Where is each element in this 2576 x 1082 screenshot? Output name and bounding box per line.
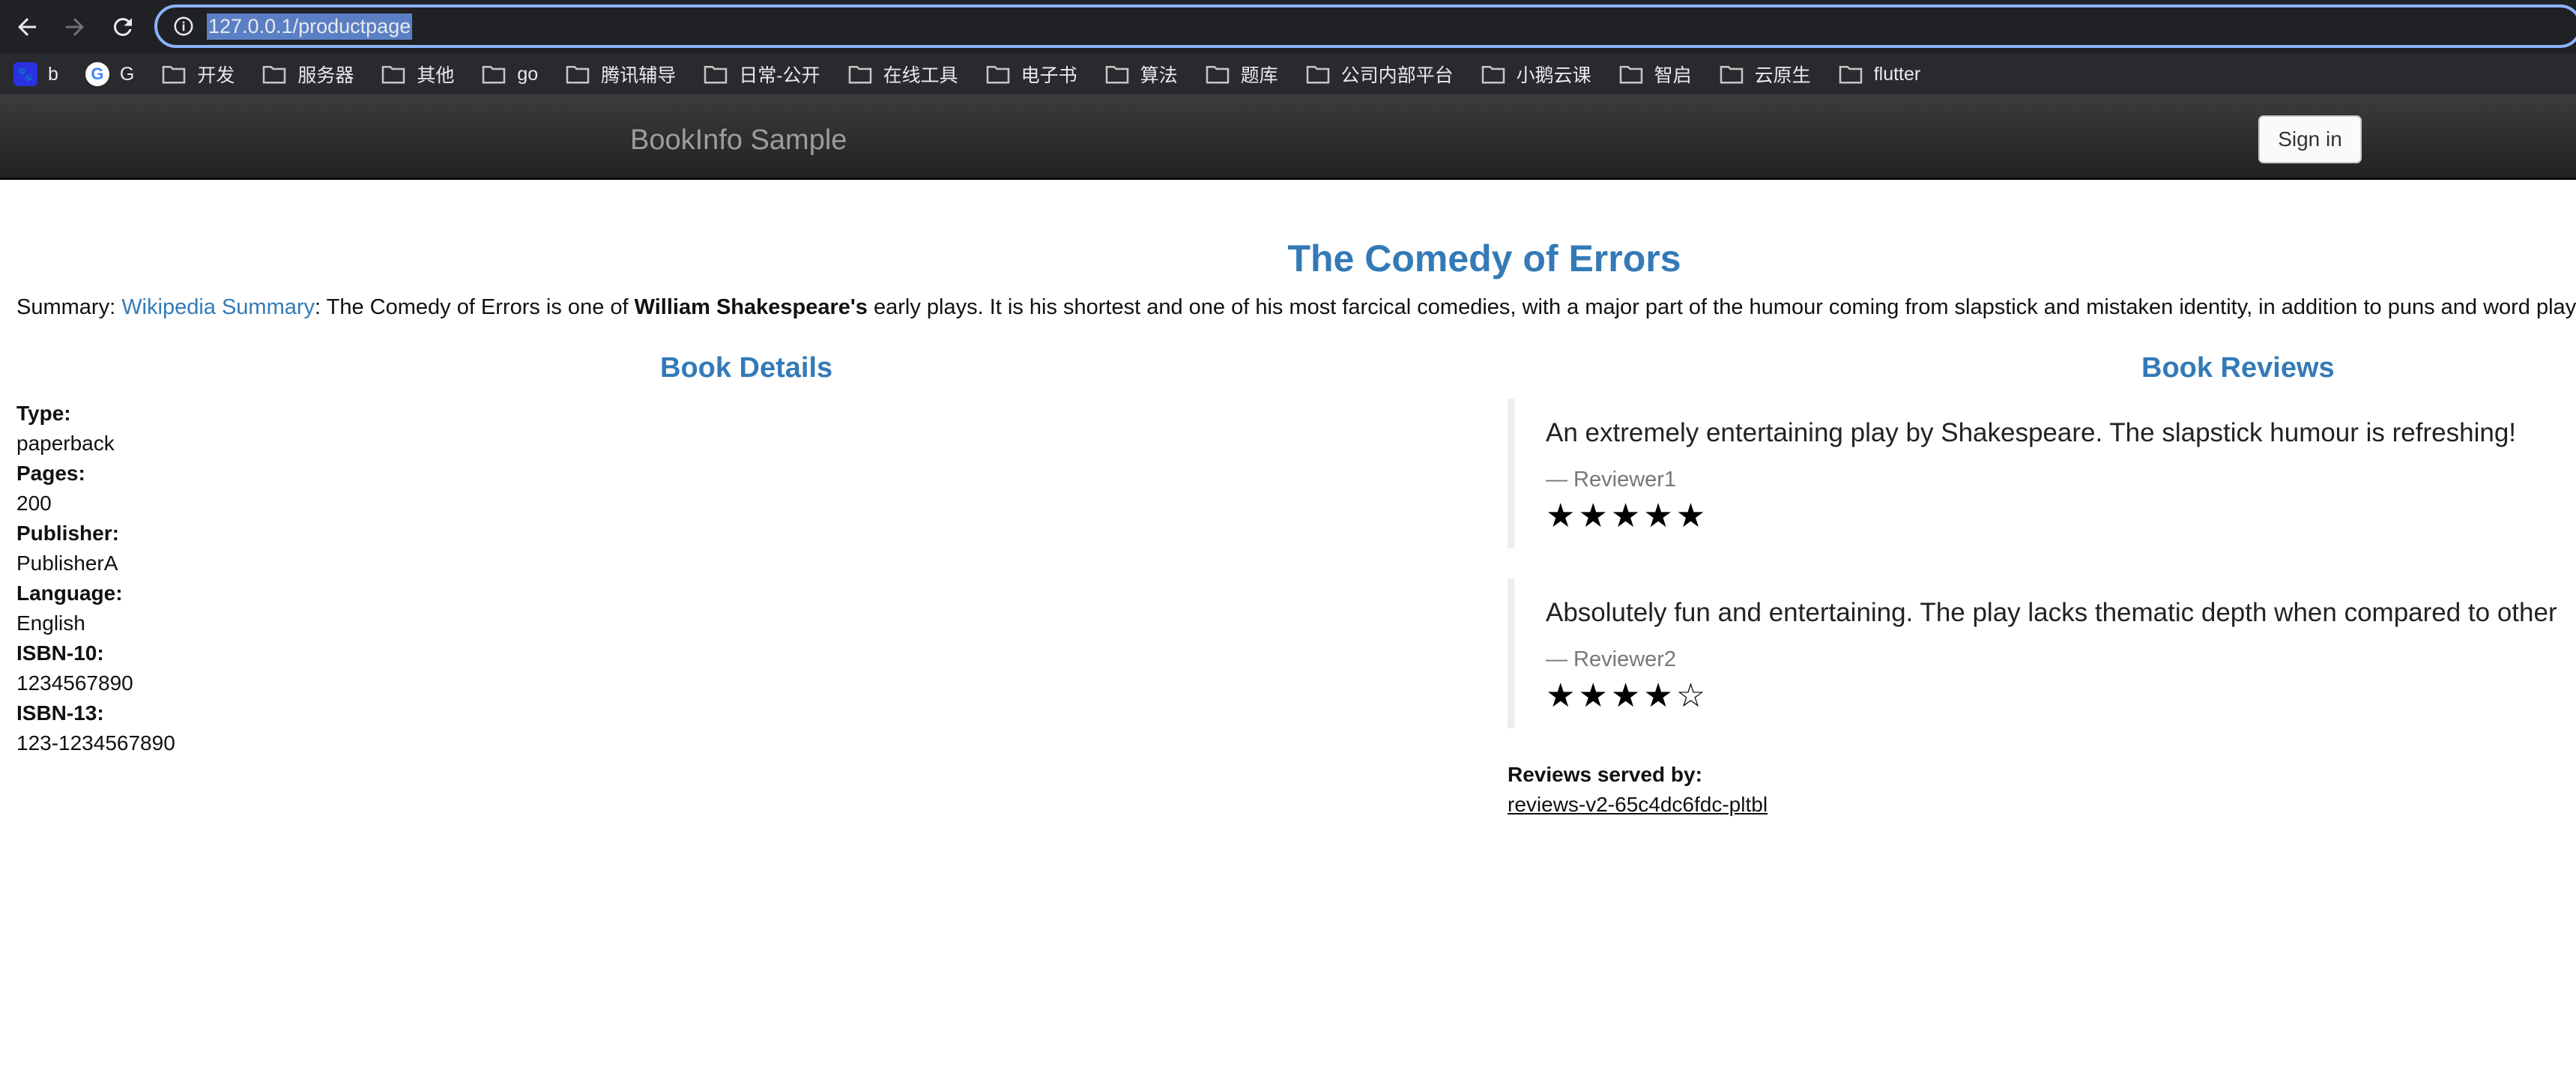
bookmark-item[interactable]: 云原生: [1719, 61, 1811, 88]
bookmark-label: 智启: [1654, 65, 1692, 86]
page-title: The Comedy of Errors: [1287, 238, 1681, 279]
bookmark-label: 电子书: [1021, 65, 1077, 86]
bookmark-label: go: [517, 63, 539, 85]
sign-in-button[interactable]: Sign in: [2258, 115, 2362, 163]
bookmark-item[interactable]: 小鹅云课: [1481, 61, 1591, 88]
bookmark-label: flutter: [1873, 63, 1921, 85]
info-icon[interactable]: [171, 13, 196, 39]
bookmarks-bar: 🐾 b G G 开发 服务器 其他 go 腾讯辅导 日常-公开 在线工具 电子书 算法 题库 公司内部平台小…: [0, 54, 2576, 94]
folder-icon: [261, 64, 297, 85]
reviews-served-by: Reviews served by: reviews-v2-65c4dc6fdc…: [1508, 760, 1768, 820]
bookmark-label: 日常-公开: [739, 65, 820, 86]
bookmark-label: 小鹅云课: [1516, 65, 1591, 86]
bookmark-item[interactable]: 其他: [381, 61, 454, 88]
reviewer-name: — Reviewer2: [1546, 647, 1677, 671]
isbn13-label: ISBN-13:: [16, 701, 104, 725]
wikipedia-summary-link[interactable]: Wikipedia Summary: [121, 295, 315, 319]
bookmark-item[interactable]: 日常-公开: [703, 61, 820, 88]
summary-author: William Shakespeare's: [634, 295, 868, 319]
bookmark-item[interactable]: 腾讯辅导: [565, 61, 676, 88]
folder-icon: [1104, 64, 1140, 85]
reviewer-name: — Reviewer1: [1546, 468, 1677, 492]
bookmark-label: b: [48, 63, 58, 85]
bookmark-item[interactable]: 算法: [1104, 61, 1178, 88]
bookmark-item[interactable]: go: [481, 64, 538, 85]
isbn13-value: 123-1234567890: [16, 731, 175, 755]
isbn10-label: ISBN-10:: [16, 641, 104, 665]
review-text: An extremely entertaining play by Shakes…: [1546, 418, 2517, 447]
summary-prefix: Summary:: [16, 295, 122, 319]
folder-icon: [161, 64, 197, 85]
isbn10-value: 1234567890: [16, 671, 133, 695]
folder-icon: [1838, 64, 1874, 85]
bookmark-label: 在线工具: [883, 65, 958, 86]
folder-icon: [1305, 64, 1341, 85]
bookmark-label: 开发: [197, 65, 235, 86]
folder-icon: [1618, 64, 1654, 85]
type-label: Type:: [16, 402, 71, 425]
address-bar[interactable]: 127.0.0.1/productpage: [154, 4, 2576, 48]
served-pod-link[interactable]: reviews-v2-65c4dc6fdc-pltbl: [1508, 790, 1768, 820]
arrow-right-icon: [66, 18, 84, 36]
folder-icon: [481, 64, 517, 85]
pages-label: Pages:: [16, 462, 85, 485]
folder-icon: [565, 64, 601, 85]
review-item: Absolutely fun and entertaining. The pla…: [1508, 578, 2557, 728]
reload-icon: [113, 17, 132, 36]
star-rating: ★★★★☆: [1546, 677, 1709, 714]
baidu-icon: 🐾: [13, 62, 37, 86]
folder-icon: [1719, 64, 1755, 85]
bookmark-label: 公司内部平台: [1340, 65, 1454, 86]
book-details: Type: paperback Pages: 200 Publisher: Pu…: [16, 399, 175, 758]
url-text[interactable]: 127.0.0.1/productpage: [207, 13, 413, 40]
review-item: An extremely entertaining play by Shakes…: [1508, 399, 2516, 548]
language-label: Language:: [16, 581, 123, 605]
summary-rest: early plays. It is his shortest and one …: [867, 295, 2576, 319]
bookmark-label: G: [119, 63, 135, 85]
bookmark-item[interactable]: 公司内部平台: [1305, 61, 1454, 88]
folder-icon: [703, 64, 739, 85]
page-navbar: BookInfo Sample Sign in: [0, 94, 2576, 180]
reload-button[interactable]: [102, 6, 144, 48]
forward-button[interactable]: [54, 6, 96, 48]
bookmark-label: 云原生: [1754, 65, 1811, 86]
folder-icon: [985, 64, 1021, 85]
bookmark-item[interactable]: flutter: [1838, 63, 1921, 85]
brand-link[interactable]: BookInfo Sample: [630, 124, 847, 157]
folder-icon: [381, 64, 417, 85]
arrow-left-icon: [18, 18, 36, 36]
pages-value: 200: [16, 492, 52, 515]
bookmark-item[interactable]: 智启: [1618, 61, 1692, 88]
bookmark-label: 腾讯辅导: [601, 65, 677, 86]
browser-toolbar: 127.0.0.1/productpage: [0, 0, 2576, 54]
bookmark-item[interactable]: 电子书: [985, 61, 1077, 88]
bookmark-label: 题库: [1240, 65, 1278, 86]
type-value: paperback: [16, 432, 115, 455]
book-details-heading: Book Details: [660, 352, 833, 384]
bookmark-item[interactable]: GG: [85, 62, 134, 86]
book-summary: Summary: Wikipedia Summary: The Comedy o…: [16, 295, 2576, 320]
bookmark-item[interactable]: 服务器: [261, 61, 354, 88]
bookmark-item[interactable]: 🐾 b: [13, 62, 58, 86]
google-icon: G: [85, 62, 109, 86]
back-button[interactable]: [6, 6, 48, 48]
language-value: English: [16, 611, 85, 635]
served-label: Reviews served by:: [1508, 763, 1702, 786]
folder-icon: [847, 64, 883, 85]
bookmark-item[interactable]: 在线工具: [847, 61, 958, 88]
bookmark-label: 服务器: [297, 65, 354, 86]
star-rating: ★★★★★: [1546, 498, 1709, 534]
review-text: Absolutely fun and entertaining. The pla…: [1546, 598, 2557, 627]
publisher-label: Publisher:: [16, 522, 119, 545]
book-reviews-heading: Book Reviews: [2141, 352, 2335, 384]
folder-icon: [1205, 64, 1241, 85]
bookmark-label: 其他: [417, 65, 455, 86]
publisher-value: PublisherA: [16, 551, 118, 575]
bookmark-item[interactable]: 题库: [1205, 61, 1278, 88]
bookmark-item[interactable]: 开发: [161, 61, 235, 88]
bookmark-label: 算法: [1140, 65, 1178, 86]
summary-mid: : The Comedy of Errors is one of: [315, 295, 635, 319]
folder-icon: [1481, 64, 1517, 85]
